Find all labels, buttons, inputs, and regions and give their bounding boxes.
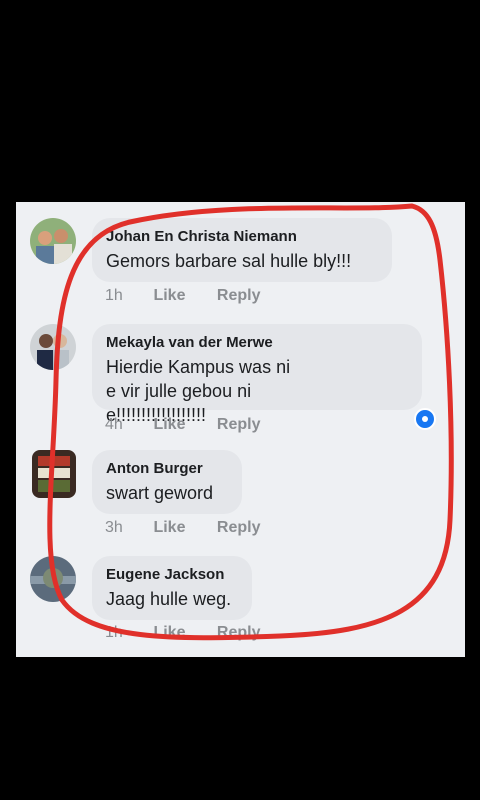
like-button[interactable]: Like (153, 416, 212, 434)
comment-author[interactable]: Eugene Jackson (106, 566, 238, 584)
comment-time: 3h (105, 519, 123, 536)
comment-actions: 4h Like Reply (105, 416, 260, 434)
comment-bubble: Anton Burger swart geword (92, 450, 242, 514)
avatar[interactable] (30, 218, 76, 264)
avatar[interactable] (30, 556, 76, 602)
comment-bubble: Mekayla van der Merwe Hierdie Kampus was… (92, 324, 422, 425)
like-button[interactable]: Like (153, 624, 212, 642)
comment-text: Jaag hulle weg. (106, 589, 232, 609)
comment-author[interactable]: Anton Burger (106, 460, 228, 478)
reply-button[interactable]: Reply (217, 519, 261, 537)
comment-time: 1h (105, 287, 123, 304)
comment-actions: 3h Like Reply (105, 519, 260, 537)
comment-actions: 1h Like Reply (105, 624, 260, 642)
comment-time: 1h (105, 624, 123, 641)
reply-button[interactable]: Reply (217, 287, 261, 305)
avatar[interactable] (30, 324, 76, 370)
comment-time: 4h (105, 416, 123, 433)
comment-bubble: Johan En Christa Niemann Gemors barbare … (92, 218, 392, 282)
avatar[interactable] (32, 450, 76, 498)
comment-actions: 1h Like Reply (105, 287, 260, 305)
comments-panel: Johan En Christa Niemann Gemors barbare … (16, 202, 465, 657)
comment-text: Gemors barbare sal hulle bly!!! (106, 251, 352, 271)
comment-text: swart geword (106, 483, 214, 503)
reply-button[interactable]: Reply (217, 416, 261, 434)
like-button[interactable]: Like (153, 519, 212, 537)
reply-button[interactable]: Reply (217, 624, 261, 642)
comment-author[interactable]: Mekayla van der Merwe (106, 334, 408, 352)
like-button[interactable]: Like (153, 287, 212, 305)
comment-author[interactable]: Johan En Christa Niemann (106, 228, 378, 246)
like-reaction-icon[interactable] (414, 408, 436, 430)
comment-bubble: Eugene Jackson Jaag hulle weg. (92, 556, 252, 620)
